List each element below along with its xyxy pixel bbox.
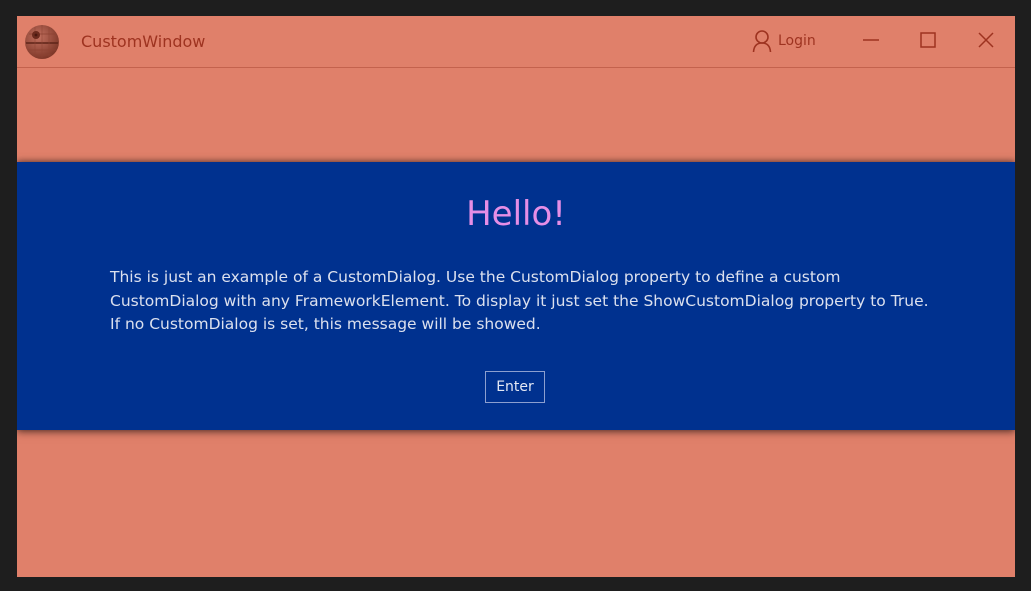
maximize-icon [919, 31, 937, 53]
enter-button[interactable]: Enter [485, 371, 545, 403]
close-icon [977, 31, 995, 53]
maximize-button[interactable] [908, 24, 948, 60]
custom-dialog: Hello! This is just an example of a Cust… [17, 162, 1015, 430]
login-label: Login [778, 33, 816, 49]
dialog-message: This is just an example of a CustomDialo… [110, 268, 929, 333]
dialog-title: Hello! [466, 194, 566, 234]
close-button[interactable] [966, 24, 1006, 60]
custom-window: CustomWindow Login Hello! This is just a… [17, 16, 1015, 577]
login-button[interactable]: Login [752, 28, 816, 54]
user-icon [752, 29, 772, 53]
minimize-button[interactable] [851, 24, 891, 60]
title-bar[interactable]: CustomWindow Login [17, 16, 1015, 68]
death-star-icon [24, 24, 60, 60]
window-title: CustomWindow [81, 32, 206, 51]
minimize-icon [862, 31, 880, 53]
